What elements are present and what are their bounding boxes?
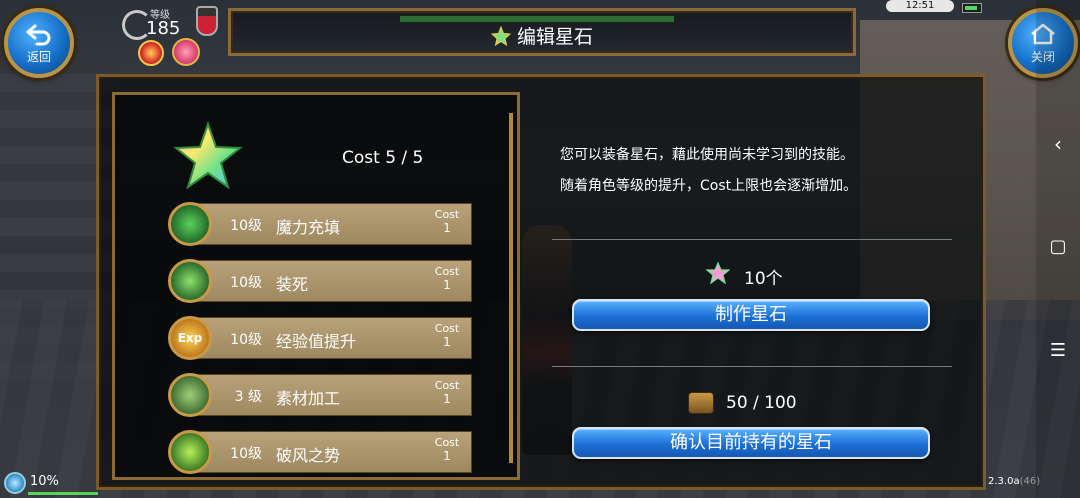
scrollbar[interactable] xyxy=(509,113,513,463)
skill-cost-value: 1 xyxy=(443,449,451,463)
skill-row-3[interactable]: Exp 10级 经验值提升 Cost 1 xyxy=(168,316,472,360)
gift-icon[interactable] xyxy=(172,38,200,66)
skill-cost: Cost 1 xyxy=(422,375,472,415)
status-clock: 12:51 xyxy=(886,0,954,12)
battery-icon xyxy=(962,3,982,13)
skill-cost-value: 1 xyxy=(443,221,451,235)
star-stone-icon xyxy=(490,26,511,46)
skill-cost: Cost 1 xyxy=(422,432,472,472)
skill-level: 10级 xyxy=(230,446,262,462)
exp-up-icon: Exp xyxy=(168,316,212,360)
mana-figure-icon xyxy=(168,202,212,246)
skill-row-2[interactable]: 10级 装死 Cost 1 xyxy=(168,259,472,303)
version-label: 2.3.0a(46) xyxy=(988,476,1040,487)
play-dead-icon xyxy=(168,259,212,303)
description-line-1: 您可以装备星石，藉此使用尚未学习到的技能。 xyxy=(560,147,854,163)
nav-home-icon[interactable]: ▢ xyxy=(1036,236,1080,257)
loading-spinner-icon xyxy=(4,472,26,494)
system-nav-bar: ‹ ▢ ☰ xyxy=(1036,0,1080,498)
level-value: 185 xyxy=(146,18,181,39)
skill-cost-value: 1 xyxy=(443,278,451,292)
skill-row-5[interactable]: 10级 破风之势 Cost 1 xyxy=(168,430,472,474)
skill-name: 破风之势 xyxy=(276,446,341,465)
skill-name: 魔力充填 xyxy=(276,218,341,237)
skill-cost-label: Cost xyxy=(434,322,460,335)
version-number: 2.3.0a xyxy=(988,476,1020,487)
exp-icon-text: Exp xyxy=(177,331,203,345)
loading-percent: 10% xyxy=(30,474,59,489)
nav-back-icon[interactable]: ‹ xyxy=(1036,132,1080,156)
make-star-stone-button[interactable]: 制作星石 xyxy=(572,299,930,331)
medal-icon[interactable] xyxy=(138,40,164,66)
title-bar: 编辑星石 xyxy=(228,8,856,56)
divider-2 xyxy=(552,366,952,367)
version-build: (46) xyxy=(1019,476,1041,487)
skill-cost: Cost 1 xyxy=(422,204,472,244)
chest-icon xyxy=(688,392,714,414)
cost-summary: Cost 5 / 5 xyxy=(342,148,424,168)
wind-break-icon xyxy=(168,430,212,474)
skill-name: 素材加工 xyxy=(276,389,341,408)
skill-cost: Cost 1 xyxy=(422,261,472,301)
potion-icon[interactable] xyxy=(196,6,218,36)
skill-cost-label: Cost xyxy=(434,208,460,221)
nav-menu-icon[interactable]: ☰ xyxy=(1036,340,1080,361)
skill-cost: Cost 1 xyxy=(422,318,472,358)
skill-cost-value: 1 xyxy=(443,392,451,406)
skill-level: 10级 xyxy=(230,332,262,348)
loading-indicator: 10% xyxy=(4,470,104,496)
back-arrow-icon xyxy=(26,24,51,45)
stone-count-value: 10个 xyxy=(744,269,783,289)
skill-cost-value: 1 xyxy=(443,335,451,349)
page-title: 编辑星石 xyxy=(231,22,853,49)
skill-level: 3 级 xyxy=(234,389,262,405)
confirm-held-stones-button[interactable]: 确认目前持有的星石 xyxy=(572,427,930,459)
skill-name: 经验值提升 xyxy=(276,332,357,351)
divider-1 xyxy=(552,239,952,240)
progress-bar xyxy=(28,492,98,495)
description: 您可以装备星石，藉此使用尚未学习到的技能。 随着角色等级的提升，Cost上限也会… xyxy=(560,140,950,202)
skill-row-1[interactable]: 10级 魔力充填 Cost 1 xyxy=(168,202,472,246)
skill-level: 10级 xyxy=(230,275,262,291)
skill-level: 10级 xyxy=(230,218,262,234)
description-line-2: 随着角色等级的提升，Cost上限也会逐渐增加。 xyxy=(560,178,858,194)
holding-count: 50 / 100 xyxy=(726,393,797,413)
skill-cost-label: Cost xyxy=(434,436,460,449)
skill-row-4[interactable]: 3 级 素材加工 Cost 1 xyxy=(168,373,472,417)
big-star-stone-icon xyxy=(173,120,243,190)
star-stone-count-icon xyxy=(706,262,730,284)
skill-cost-label: Cost xyxy=(434,379,460,392)
back-label: 返回 xyxy=(26,49,51,64)
skill-name: 装死 xyxy=(276,275,309,294)
page-title-text: 编辑星石 xyxy=(516,26,593,48)
back-button[interactable]: 返回 xyxy=(4,8,74,78)
skill-cost-label: Cost xyxy=(434,265,460,278)
material-process-icon xyxy=(168,373,212,417)
